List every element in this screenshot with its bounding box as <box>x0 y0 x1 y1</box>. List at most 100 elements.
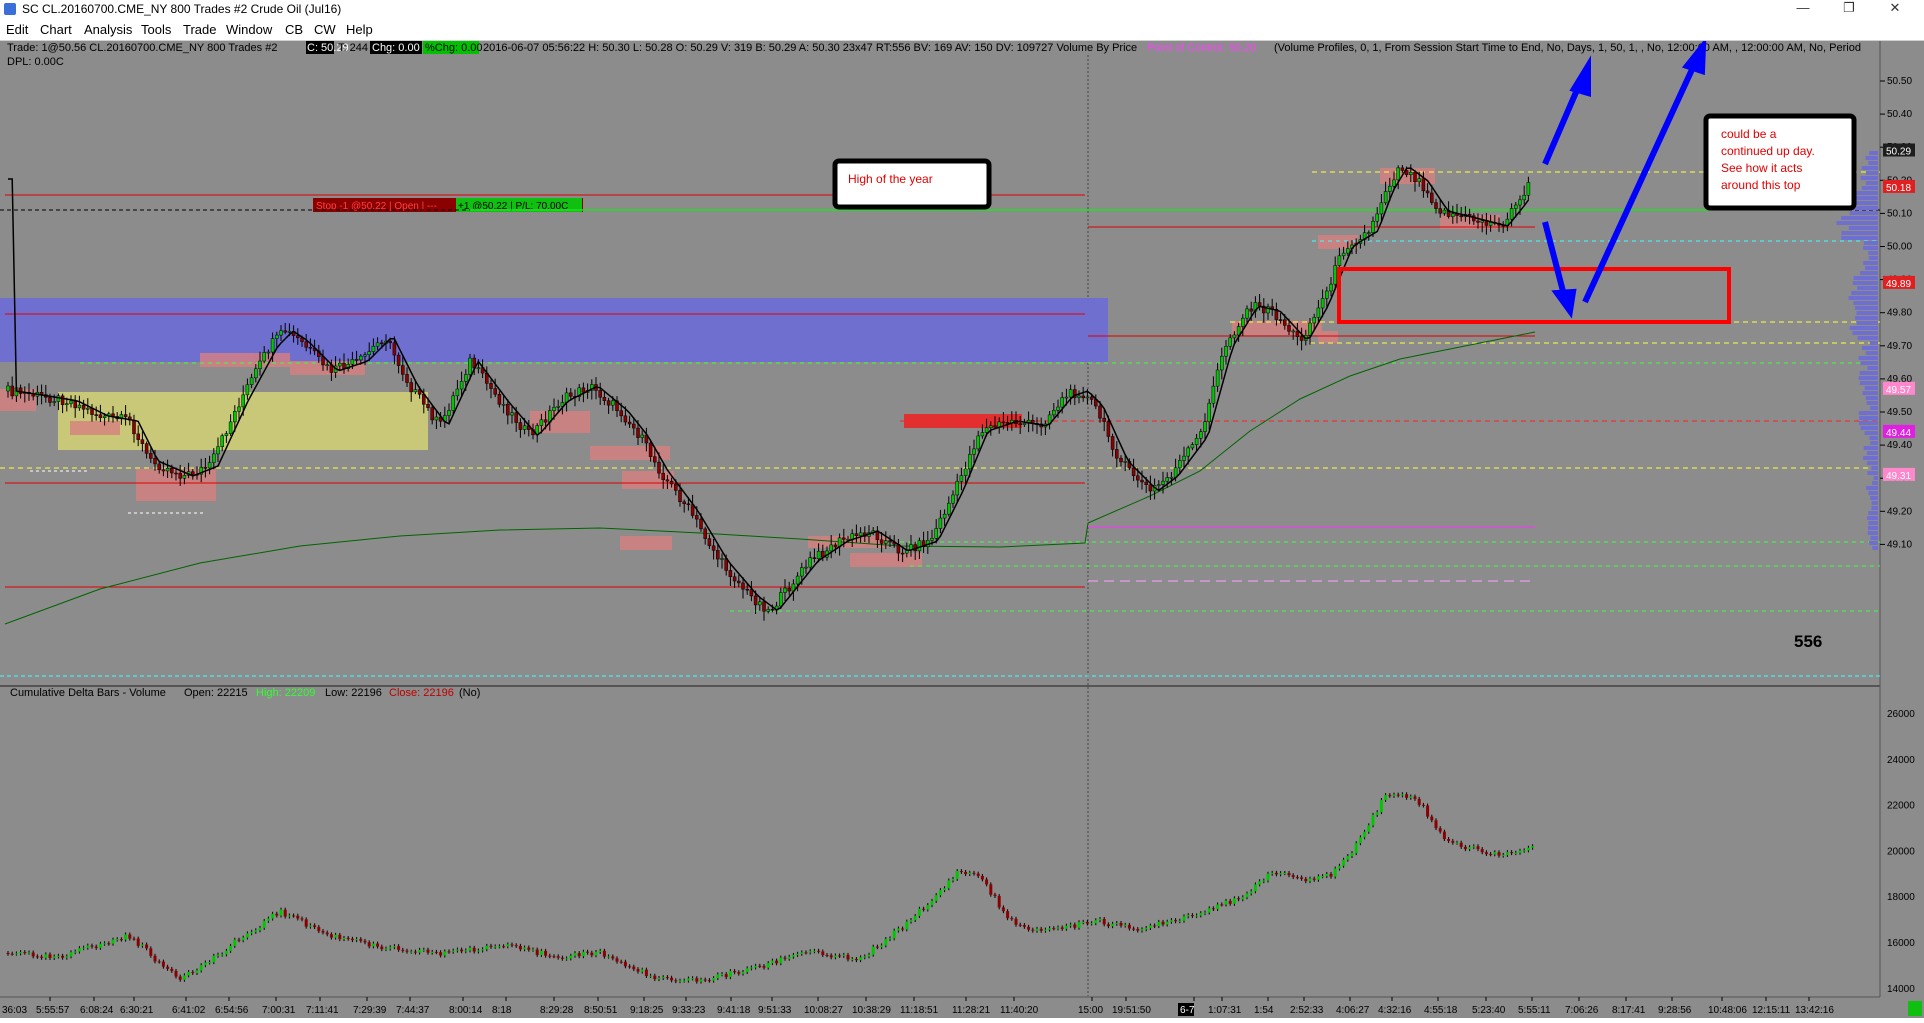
volume-profile-bar <box>1867 516 1878 520</box>
candle-body <box>191 471 195 476</box>
menu-cb[interactable]: CB <box>285 22 303 37</box>
candle-body <box>430 407 434 421</box>
delta-bar <box>1262 880 1266 882</box>
volume-profile-bar <box>1852 281 1878 285</box>
delta-bar <box>44 954 48 958</box>
delta-bar <box>1489 854 1493 856</box>
delta-bar <box>1363 831 1367 838</box>
delta-bar <box>472 947 476 952</box>
delta-bar <box>552 956 556 958</box>
delta-bar <box>829 955 833 958</box>
delta-bar <box>909 920 913 922</box>
candle-body <box>1417 178 1421 183</box>
candle-body <box>65 403 69 405</box>
delta-bar <box>409 951 413 953</box>
chg-badge: Chg: 0.00 <box>372 42 420 54</box>
delta-bar <box>1106 924 1110 927</box>
delta-bar <box>1001 907 1005 912</box>
menu-edit[interactable]: Edit <box>6 22 28 37</box>
candle-body <box>1077 395 1081 398</box>
candle-body <box>695 515 699 520</box>
order-stop-label: Stop -1 @50.22 | Open | --- <box>316 201 437 212</box>
delta-bar <box>199 965 203 971</box>
menu-help[interactable]: Help <box>346 22 373 37</box>
candle-body <box>1165 477 1169 482</box>
candle-body <box>170 467 174 474</box>
candle-body <box>1106 421 1111 437</box>
menu-cw[interactable]: CW <box>314 22 336 37</box>
delta-bar <box>182 975 186 980</box>
delta-bar <box>418 949 422 953</box>
delta-bar <box>1031 929 1035 931</box>
note-line-1: could be a <box>1721 127 1777 141</box>
volume-profile-bar <box>1863 456 1878 460</box>
menu-tools[interactable]: Tools <box>141 22 171 37</box>
delta-bar <box>1283 873 1287 875</box>
candle-body <box>598 390 602 398</box>
delta-bar <box>510 944 514 946</box>
delta-bar <box>443 951 447 956</box>
delta-high: High: 22209 <box>256 687 315 699</box>
time-tick-label: 6:41:02 <box>172 1005 206 1016</box>
candle-body <box>959 475 964 482</box>
delta-bar <box>1123 924 1127 926</box>
delta-bar <box>1279 873 1283 875</box>
candle-body <box>1341 252 1346 257</box>
delta-bar <box>1115 922 1119 924</box>
delta-bar <box>518 945 522 950</box>
delta-bar <box>481 949 485 951</box>
candle-body <box>1442 209 1447 214</box>
delta-bar <box>1358 837 1362 844</box>
candle-body <box>804 566 808 569</box>
candle-body <box>808 557 812 568</box>
delta-bar <box>1228 900 1232 904</box>
delta-bar <box>959 871 963 873</box>
menu-chart[interactable]: Chart <box>40 22 72 37</box>
menu-analysis[interactable]: Analysis <box>84 22 132 37</box>
delta-bar <box>497 946 501 948</box>
delta-bar <box>703 979 707 981</box>
close-button[interactable]: ✕ <box>1872 0 1918 18</box>
candle-body <box>623 415 628 423</box>
delta-bar <box>1421 804 1425 806</box>
delta-bar <box>380 946 384 950</box>
candle-body <box>947 502 951 515</box>
menu-window[interactable]: Window <box>226 22 272 37</box>
delta-bar <box>1270 872 1274 874</box>
volume-profile-bar <box>1866 401 1878 405</box>
delta-bar <box>1182 916 1186 921</box>
delta-bar <box>720 974 724 976</box>
delta-bar <box>132 938 136 940</box>
delta-bar <box>775 960 779 964</box>
delta-bar <box>1325 873 1329 877</box>
price-tick-label: 49.40 <box>1887 440 1912 451</box>
delta-bar <box>1195 915 1199 917</box>
maximize-button[interactable]: ❐ <box>1826 0 1872 18</box>
time-tick-label: 7:11:41 <box>306 1005 339 1016</box>
candle-body <box>325 364 329 366</box>
chart-window[interactable]: Trade: 1@50.56 CL.20160700.CME_NY 800 Tr… <box>0 36 1924 1018</box>
candle-body <box>371 345 376 352</box>
candle-body <box>1161 480 1165 485</box>
delta-bar <box>170 968 174 971</box>
delta-bar <box>611 956 615 959</box>
delta-bar <box>884 939 888 946</box>
delta-bar <box>808 951 812 953</box>
chart-canvas[interactable]: Trade: 1@50.56 CL.20160700.CME_NY 800 Tr… <box>0 36 1924 1018</box>
candle-body <box>1396 167 1400 181</box>
delta-bar <box>388 947 392 949</box>
candle-body <box>1182 455 1186 461</box>
delta-bar <box>791 954 795 957</box>
candle-body <box>401 365 405 375</box>
candle-body <box>900 552 905 555</box>
menu-bar: Edit Chart Analysis Tools Trade Window C… <box>0 20 1924 41</box>
candle-body <box>518 422 523 430</box>
candle-body <box>497 394 502 405</box>
candle-body <box>888 540 892 543</box>
candle-body <box>1228 337 1232 347</box>
menu-trade[interactable]: Trade <box>183 22 216 37</box>
minimize-button[interactable]: — <box>1780 0 1826 18</box>
candle-body <box>1068 389 1073 398</box>
candle-body <box>1278 319 1283 321</box>
delta-bar <box>145 944 149 949</box>
